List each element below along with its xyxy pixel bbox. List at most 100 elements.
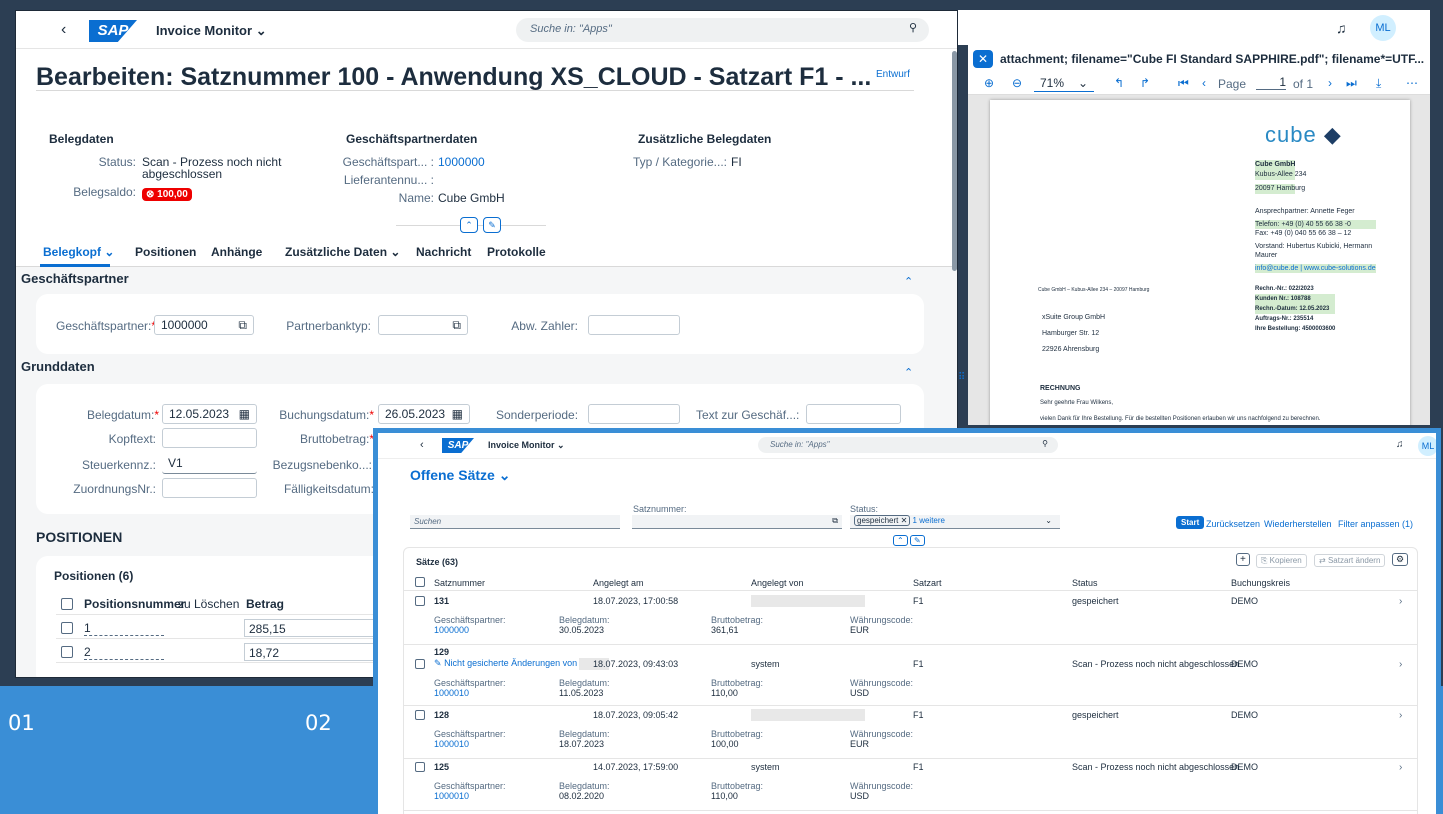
close-icon[interactable]: ✕	[973, 50, 993, 68]
sub-value-gp[interactable]: 1000010	[434, 739, 469, 749]
collapse-section-icon[interactable]: ⌃	[904, 366, 913, 379]
text-geschaeft-input[interactable]	[806, 404, 901, 424]
partnerbanktyp-input[interactable]: ⧉	[378, 315, 468, 335]
belegdatum-input[interactable]: 12.05.2023 ▦	[162, 404, 257, 424]
status-token[interactable]: gespeichert ✕	[854, 515, 911, 526]
select-all-checkbox[interactable]	[415, 577, 425, 587]
next-page-icon[interactable]: ›	[1328, 76, 1332, 90]
positionsnummer-value[interactable]: 1	[84, 621, 164, 636]
back-icon[interactable]: ‹	[61, 21, 66, 39]
gp-link[interactable]: 1000000	[438, 155, 485, 169]
bell-icon[interactable]: ♫	[1396, 439, 1404, 450]
betrag-value[interactable]: 18,72	[244, 643, 386, 661]
tab-belegkopf[interactable]: Belegkopf ⌄	[43, 245, 114, 259]
tab-positionen[interactable]: Positionen	[135, 245, 196, 259]
last-page-icon[interactable]: ⏭	[1346, 76, 1357, 91]
row-checkbox[interactable]	[61, 622, 73, 634]
navigation-chevron-icon[interactable]: ›	[1399, 710, 1402, 721]
value-help-icon[interactable]: ⧉	[452, 318, 461, 333]
adapt-filter-button[interactable]: Filter anpassen (1)	[1338, 519, 1413, 529]
value-help-icon[interactable]: ⧉	[238, 318, 247, 333]
tab-anhaenge[interactable]: Anhänge	[211, 245, 262, 259]
satznummer-input[interactable]: ⧉	[632, 515, 842, 529]
shell-bar: ‹ SAP Invoice Monitor ⌄ Suche in: "Apps"…	[16, 11, 957, 49]
sub-value-gp[interactable]: 1000010	[434, 688, 469, 698]
pin-icon[interactable]: ✎	[483, 217, 501, 233]
betrag-value[interactable]: 285,15	[244, 619, 386, 637]
collapse-filter-icon[interactable]: ⌃	[893, 535, 908, 546]
sub-value-bb: 361,61	[711, 625, 739, 635]
avatar[interactable]: ML	[1418, 436, 1436, 456]
download-icon[interactable]: ⤓	[1376, 76, 1381, 91]
splitter-handle-icon[interactable]: ⠿	[958, 372, 965, 383]
table-row[interactable]: 128 18.07.2023, 09:05:42 F1 gespeichert DEMO…	[404, 707, 1417, 759]
zoom-out-icon[interactable]: ⊖	[1012, 76, 1022, 90]
bell-icon[interactable]: ♫	[1336, 20, 1347, 36]
row-checkbox[interactable]	[415, 710, 425, 720]
app-title[interactable]: Invoice Monitor ⌄	[488, 440, 565, 451]
navigation-chevron-icon[interactable]: ›	[1399, 762, 1402, 773]
sonderperiode-input[interactable]	[588, 404, 680, 424]
back-icon[interactable]: ‹	[420, 439, 424, 451]
navigation-chevron-icon[interactable]: ›	[1399, 596, 1402, 607]
sub-value-bd: 18.07.2023	[559, 739, 605, 749]
unsaved-changes-note[interactable]: ✎ Nicht gesicherte Änderungen von	[434, 658, 577, 669]
row-checkbox[interactable]	[61, 646, 73, 658]
section-geschaeftspartner-title: Geschäftspartner	[21, 271, 129, 286]
pin-icon[interactable]: ✎	[910, 535, 925, 546]
settings-icon[interactable]: ⚙	[1392, 553, 1409, 566]
collapse-section-icon[interactable]: ⌃	[904, 275, 913, 288]
steuerkennz-input[interactable]: V1	[162, 454, 257, 474]
sub-value-gp[interactable]: 1000010	[434, 791, 469, 801]
more-tokens-link[interactable]: 1 weitere	[913, 516, 945, 525]
zoom-select[interactable]: 71% ⌄	[1034, 75, 1094, 92]
tab-zusaetzliche-daten[interactable]: Zusätzliche Daten ⌄	[285, 245, 400, 259]
redo-icon[interactable]: ↱	[1140, 76, 1150, 90]
kopftext-input[interactable]	[162, 428, 257, 448]
first-page-icon[interactable]: ⏮	[1178, 76, 1189, 91]
prev-page-icon[interactable]: ‹	[1202, 76, 1206, 90]
change-type-button[interactable]: ⇄ Satzart ändern	[1314, 554, 1386, 567]
row-checkbox[interactable]	[415, 596, 425, 606]
navigation-chevron-icon[interactable]: ›	[1399, 659, 1402, 670]
search-input[interactable]: Suche in: "Apps" ⚲	[758, 437, 1058, 453]
reset-button[interactable]: Zurücksetzen	[1206, 519, 1260, 529]
more-icon[interactable]: ⋯	[1406, 76, 1418, 90]
zuordnungsnr-input[interactable]	[162, 478, 257, 498]
table-row[interactable]: 131 18.07.2023, 17:00:58 F1 gespeichert DEMO…	[404, 593, 1417, 645]
sub-value-gp[interactable]: 1000000	[434, 625, 469, 635]
search-field[interactable]: Suchen	[410, 515, 620, 529]
table-row[interactable]: 129 ✎ Nicht gesicherte Änderungen von 18.0…	[404, 644, 1417, 706]
sub-label: Geschäftspartner:	[434, 781, 506, 791]
buchungsdatum-input[interactable]: 26.05.2023 ▦	[378, 404, 470, 424]
zoom-in-icon[interactable]: ⊕	[984, 76, 994, 90]
page-title[interactable]: Offene Sätze ⌄	[410, 467, 510, 484]
table-row[interactable]: 2 18,72	[56, 641, 386, 663]
start-button[interactable]: Start	[1176, 516, 1205, 529]
table-row[interactable]: 1 285,15	[56, 617, 386, 639]
row-checkbox[interactable]	[415, 659, 425, 669]
collapse-header-icon[interactable]: ⌃	[460, 217, 478, 233]
scrollbar[interactable]	[952, 51, 957, 271]
meta-purchase-order: Ihre Bestellung: 4500003600	[1255, 326, 1336, 332]
copy-button[interactable]: ⎘ Kopieren	[1256, 554, 1307, 568]
status-select[interactable]: gespeichert ✕ 1 weitere ⌄	[850, 515, 1060, 529]
restore-button[interactable]: Wiederherstellen	[1264, 519, 1332, 529]
tab-nachricht[interactable]: Nachricht	[416, 245, 471, 259]
gp-input[interactable]: 1000000 ⧉	[154, 315, 254, 335]
app-title[interactable]: Invoice Monitor ⌄	[156, 23, 267, 39]
positionsnummer-value[interactable]: 2	[84, 645, 164, 660]
value-help-icon[interactable]: ⧉	[832, 516, 838, 526]
row-checkbox[interactable]	[415, 762, 425, 772]
undo-icon[interactable]: ↰	[1114, 76, 1124, 90]
select-all-checkbox[interactable]	[61, 598, 73, 610]
abw-zahler-input[interactable]	[588, 315, 680, 335]
calendar-icon[interactable]: ▦	[452, 407, 463, 421]
page-input[interactable]: 1	[1256, 75, 1286, 90]
calendar-icon[interactable]: ▦	[239, 407, 250, 421]
avatar[interactable]: ML	[1370, 15, 1396, 41]
table-row[interactable]: 125 14.07.2023, 17:59:00 system F1 Scan - Pr…	[404, 759, 1417, 811]
search-input[interactable]: Suche in: "Apps" ⚲	[516, 18, 929, 42]
tab-protokolle[interactable]: Protokolle	[487, 245, 546, 259]
add-icon[interactable]: +	[1236, 553, 1250, 566]
